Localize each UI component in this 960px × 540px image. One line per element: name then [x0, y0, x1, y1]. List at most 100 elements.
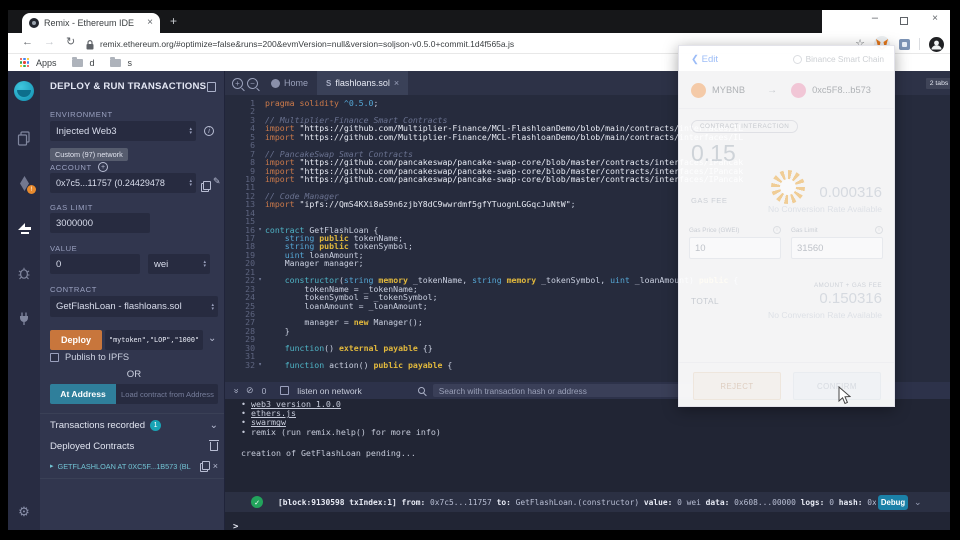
listen-network-checkbox[interactable] [280, 386, 290, 395]
value-label: VALUE [50, 244, 78, 253]
terminal-log: • web3 version 1.0.0 • ethers.js • swarmgw… [241, 399, 441, 437]
deploy-run-panel: DEPLOY & RUN TRANSACTIONS ENVIRONMENT In… [40, 71, 225, 530]
no-rate-text: No Conversion Rate Available [767, 310, 882, 320]
close-tab-icon[interactable]: × [394, 78, 399, 88]
trash-icon[interactable] [209, 440, 219, 451]
tab-home[interactable]: Home [262, 71, 317, 95]
deployed-contract-item[interactable]: ▸ GETFLASHLOAN AT 0XC5F...1B573 (BL × [50, 461, 218, 472]
transaction-row[interactable]: ✓ [block:9130598 txIndex:1] from: 0x7c5.… [225, 492, 950, 512]
sender-name: MYBNB [712, 85, 746, 95]
expand-tx-icon[interactable]: ⌄ [914, 497, 922, 508]
deploy-expand-icon[interactable]: ⌄ [208, 334, 216, 344]
gas-price-label: Gas Price (GWEI) [689, 226, 740, 234]
metamask-edit-link[interactable]: ❮ Edit [691, 54, 718, 65]
panel-title: DEPLOY & RUN TRANSACTIONS [50, 81, 207, 92]
network-indicator: Binance Smart Chain [792, 54, 884, 64]
value-input[interactable]: 0 [50, 254, 140, 274]
folder-icon[interactable] [109, 56, 121, 67]
terminal-search-input[interactable] [432, 384, 701, 397]
folder-icon[interactable] [71, 56, 83, 67]
gas-limit-input[interactable]: 3000000 [50, 213, 150, 233]
gas-fee-value: 0.000316 [819, 184, 882, 201]
browser-extension-icon[interactable] [899, 38, 910, 50]
transactions-count-badge: 1 [150, 420, 162, 431]
terminal-prompt[interactable]: > [233, 522, 238, 530]
at-address-input[interactable]: Load contract from Address [116, 384, 218, 404]
deploy-run-icon[interactable] [16, 220, 32, 236]
forward-icon[interactable]: → [44, 37, 55, 48]
network-badge: Custom (97) network [50, 148, 128, 161]
bookmark-folder-d[interactable]: d [90, 58, 95, 68]
browser-tab[interactable]: Remix - Ethereum IDE × [22, 13, 160, 33]
back-icon[interactable]: ← [22, 37, 33, 48]
network-name: Binance Smart Chain [805, 54, 884, 64]
screenshot-stage: – × Remix - Ethereum IDE × + ← → ↻ remix… [0, 0, 960, 540]
value-unit: wei [154, 258, 169, 270]
tab-close-icon[interactable]: × [147, 18, 153, 28]
confirm-button[interactable]: CONFIRM [793, 372, 881, 400]
settings-gear-icon[interactable]: ⚙ [8, 504, 40, 520]
arrow-right-icon: → [767, 84, 778, 96]
select-caret-icon: ▴ ▾ [203, 259, 206, 269]
debugger-icon[interactable] [16, 265, 32, 281]
solidity-compiler-icon[interactable]: ! [16, 175, 36, 194]
account-add-icon[interactable]: + [98, 162, 108, 172]
debug-button[interactable]: Debug [878, 494, 908, 510]
publish-ipfs-checkbox[interactable] [50, 353, 59, 362]
tab-flashloans[interactable]: S flashloans.sol × [317, 71, 409, 95]
copy-address-icon[interactable] [199, 461, 210, 472]
gas-price-field[interactable]: Gas Price (GWEI) i 10 [689, 226, 781, 259]
gas-limit-label: Gas Limit [791, 226, 818, 234]
transactions-recorded-row[interactable]: Transactions recorded 1 ⌄ [50, 420, 218, 431]
at-address-button[interactable]: At Address [50, 384, 116, 404]
terminal-expand-icon[interactable]: « [231, 388, 241, 393]
plugin-manager-icon[interactable] [16, 310, 32, 326]
window-minimize-button[interactable]: – [872, 12, 878, 24]
deployed-contracts-row: Deployed Contracts [50, 440, 219, 452]
gas-limit-field[interactable]: Gas Limit i 31560 [791, 226, 883, 259]
deploy-button[interactable]: Deploy [50, 330, 102, 350]
reject-button[interactable]: REJECT [693, 372, 781, 400]
window-maximize-button[interactable] [900, 17, 908, 25]
expand-item-icon[interactable]: ▸ [50, 462, 54, 470]
clear-console-icon[interactable]: ⊘ [246, 385, 254, 396]
tab-title: Remix - Ethereum IDE [44, 18, 135, 28]
edit-account-icon[interactable]: ✎ [213, 177, 221, 186]
chevron-down-icon[interactable]: ⌄ [210, 420, 218, 431]
remove-contract-icon[interactable]: × [213, 461, 218, 471]
network-dot-icon [792, 54, 802, 64]
or-label: OR [126, 369, 142, 380]
copy-account-icon[interactable] [201, 181, 211, 192]
remix-logo-icon[interactable] [14, 81, 34, 101]
zoom-in-icon[interactable]: + [232, 77, 243, 89]
contract-interaction-badge: CONTRACT INTERACTION [691, 120, 799, 133]
zoom-out-icon[interactable]: − [247, 77, 258, 89]
deploy-args-input[interactable]: "mytoken","LOP","1000" [105, 330, 203, 350]
apps-grid-icon[interactable] [20, 58, 29, 67]
gas-limit-input[interactable]: 31560 [791, 237, 883, 259]
browser-tabstrip: – × Remix - Ethereum IDE × + [8, 10, 950, 33]
gas-price-input[interactable]: 10 [689, 237, 781, 259]
compiler-badge: ! [27, 185, 36, 194]
account-value: 0x7c5...11757 (0.24429478 [56, 178, 165, 188]
bookmark-folder-s[interactable]: s [128, 58, 133, 68]
account-select[interactable]: 0x7c5...11757 (0.24429478 ▴ ▾ [50, 173, 196, 193]
select-caret-icon: ▴ ▾ [189, 178, 192, 188]
popup-divider [679, 108, 894, 109]
reload-icon[interactable]: ↻ [66, 37, 75, 48]
panel-title-icon [207, 82, 216, 92]
profile-avatar[interactable] [929, 36, 944, 52]
window-close-button[interactable]: × [932, 13, 938, 24]
total-value: 0.150316 [819, 290, 882, 307]
apps-label[interactable]: Apps [36, 58, 57, 68]
new-tab-button[interactable]: + [170, 14, 177, 28]
url-bar[interactable]: remix.ethereum.org/#optimize=false&runs=… [100, 39, 514, 49]
contract-select[interactable]: GetFlashLoan - flashloans.sol ▴ ▾ [50, 296, 218, 317]
environment-info-icon[interactable]: i [204, 126, 214, 136]
gas-limit-label: GAS LIMIT [50, 203, 93, 212]
transaction-summary: [block:9130598 txIndex:1] from: 0x7c5...… [278, 497, 876, 507]
environment-select[interactable]: Injected Web3 ▴ ▾ [50, 121, 196, 141]
publish-ipfs-label: Publish to IPFS [65, 352, 130, 362]
value-unit-select[interactable]: wei ▴ ▾ [148, 254, 210, 274]
file-explorer-icon[interactable] [16, 130, 32, 146]
